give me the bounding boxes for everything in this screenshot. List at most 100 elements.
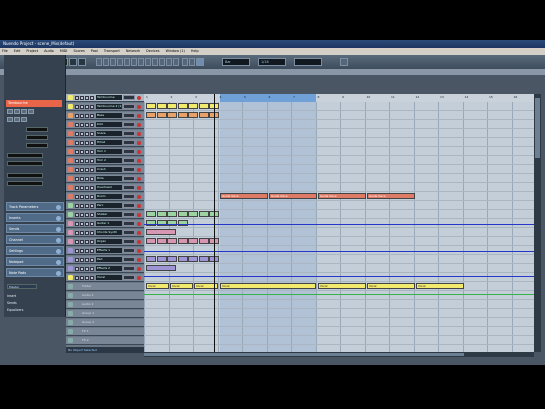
track-routing-dropdown[interactable] (123, 95, 135, 100)
color-tool-icon[interactable] (173, 58, 179, 66)
read-button[interactable] (85, 275, 89, 280)
record-enable-icon[interactable] (137, 158, 141, 163)
track-routing-dropdown[interactable] (123, 257, 135, 262)
event-part[interactable] (156, 238, 167, 244)
inspector-output-select[interactable]: Master (7, 284, 37, 289)
mute-tool-icon[interactable] (138, 58, 144, 66)
record-enable-icon[interactable] (137, 185, 141, 190)
automation-line[interactable] (144, 293, 534, 296)
automation-line[interactable] (144, 275, 534, 278)
record-enable-icon[interactable] (137, 248, 141, 253)
solo-button[interactable] (80, 248, 84, 253)
event-part[interactable] (167, 256, 177, 262)
track-name[interactable]: Tambourine 2 (1) (96, 104, 122, 109)
record-enable-icon[interactable] (137, 230, 141, 235)
track-name[interactable]: Kick (96, 122, 122, 127)
inspector-section-settings[interactable]: Settings (6, 246, 64, 255)
event-part[interactable] (167, 103, 177, 109)
mute-button[interactable] (75, 266, 79, 271)
event-part[interactable] (146, 103, 156, 109)
write-button[interactable] (90, 212, 94, 217)
track-routing-dropdown[interactable] (123, 266, 135, 271)
inspector-section-track-parameters[interactable]: Track Parameters (6, 202, 64, 211)
vertical-scrollbar[interactable] (534, 94, 541, 352)
track-routing-dropdown[interactable] (123, 239, 135, 244)
menu-project[interactable]: Project (26, 49, 38, 53)
track-routing-dropdown[interactable] (123, 194, 135, 199)
track-name[interactable]: Pad (96, 257, 122, 262)
track-name[interactable]: Chords Synth (96, 230, 122, 235)
horizontal-scrollbar[interactable] (144, 352, 534, 357)
solo-button[interactable] (80, 185, 84, 190)
track-name[interactable]: Room (96, 194, 122, 199)
track-color-swatch[interactable] (68, 275, 73, 280)
erase-tool-icon[interactable] (124, 58, 130, 66)
color-dropdown[interactable] (294, 58, 322, 66)
event-part[interactable] (167, 211, 177, 217)
grid-type-dropdown[interactable]: Bar (222, 58, 250, 66)
event-part[interactable] (156, 103, 167, 109)
read-button[interactable] (85, 185, 89, 190)
track-color-swatch[interactable] (68, 104, 73, 109)
event-part[interactable] (177, 238, 188, 244)
write-button[interactable] (90, 140, 94, 145)
mute-button[interactable] (75, 104, 79, 109)
mute-button[interactable] (75, 221, 79, 226)
track-row[interactable]: Perc (66, 202, 144, 210)
inspector-delay-field[interactable] (26, 143, 48, 148)
event-part[interactable] (146, 265, 176, 271)
menu-audio[interactable]: Audio (44, 49, 54, 53)
solo-button[interactable] (80, 230, 84, 235)
inspector-mute-button[interactable] (7, 109, 13, 114)
track-name[interactable]: Perc (96, 203, 122, 208)
read-button[interactable] (85, 113, 89, 118)
event-part[interactable]: Vocal (220, 283, 316, 289)
track-name[interactable]: FX 1 (81, 329, 107, 334)
track-routing-dropdown[interactable] (123, 185, 135, 190)
record-enable-icon[interactable] (137, 140, 141, 145)
track-row[interactable]: Bass (66, 112, 144, 120)
track-name[interactable]: Tambourine (96, 95, 122, 100)
event-display[interactable]: Guide Voice Guide Voice Guide Voice Guide V… (144, 102, 534, 352)
event-part[interactable] (188, 238, 198, 244)
read-button[interactable] (85, 158, 89, 163)
event-part[interactable]: Guide Voice (220, 193, 268, 199)
play-tool-icon[interactable] (159, 58, 165, 66)
mute-button[interactable] (75, 248, 79, 253)
track-row[interactable]: Group 2 (66, 319, 144, 327)
split-tool-icon[interactable] (110, 58, 116, 66)
read-button[interactable] (85, 230, 89, 235)
solo-button[interactable] (80, 113, 84, 118)
read-button[interactable] (85, 212, 89, 217)
record-enable-icon[interactable] (137, 212, 141, 217)
event-part[interactable] (188, 256, 198, 262)
zoom-tool-icon[interactable] (131, 58, 137, 66)
read-button[interactable] (85, 221, 89, 226)
solo-button[interactable] (80, 212, 84, 217)
track-name[interactable]: Folder (81, 284, 107, 289)
event-part[interactable] (198, 211, 209, 217)
write-button[interactable] (90, 167, 94, 172)
mute-button[interactable] (75, 158, 79, 163)
event-part[interactable] (198, 103, 209, 109)
track-row[interactable]: Shaker (66, 211, 144, 219)
write-button[interactable] (90, 257, 94, 262)
track-routing-dropdown[interactable] (123, 248, 135, 253)
track-row[interactable]: Group 1 (66, 310, 144, 318)
track-row[interactable]: Effects 2 (66, 265, 144, 273)
record-button[interactable] (69, 58, 77, 66)
menu-help[interactable]: Help (191, 49, 199, 53)
menu-devices[interactable]: Devices (146, 49, 159, 53)
track-row[interactable]: Ride (66, 175, 144, 183)
inspector-section-sends[interactable]: Sends (6, 224, 64, 233)
event-part[interactable] (146, 256, 156, 262)
event-part[interactable]: Vocal (318, 283, 366, 289)
event-part[interactable] (177, 256, 188, 262)
event-part[interactable] (177, 112, 188, 118)
inspector-track-name[interactable]: Tambourine (6, 100, 62, 107)
snap-toggle-icon[interactable] (189, 58, 195, 66)
track-row[interactable]: FX 2 (66, 337, 144, 345)
record-enable-icon[interactable] (137, 266, 141, 271)
draw-tool-icon[interactable] (145, 58, 151, 66)
quantize-dropdown[interactable]: 1/16 (258, 58, 286, 66)
